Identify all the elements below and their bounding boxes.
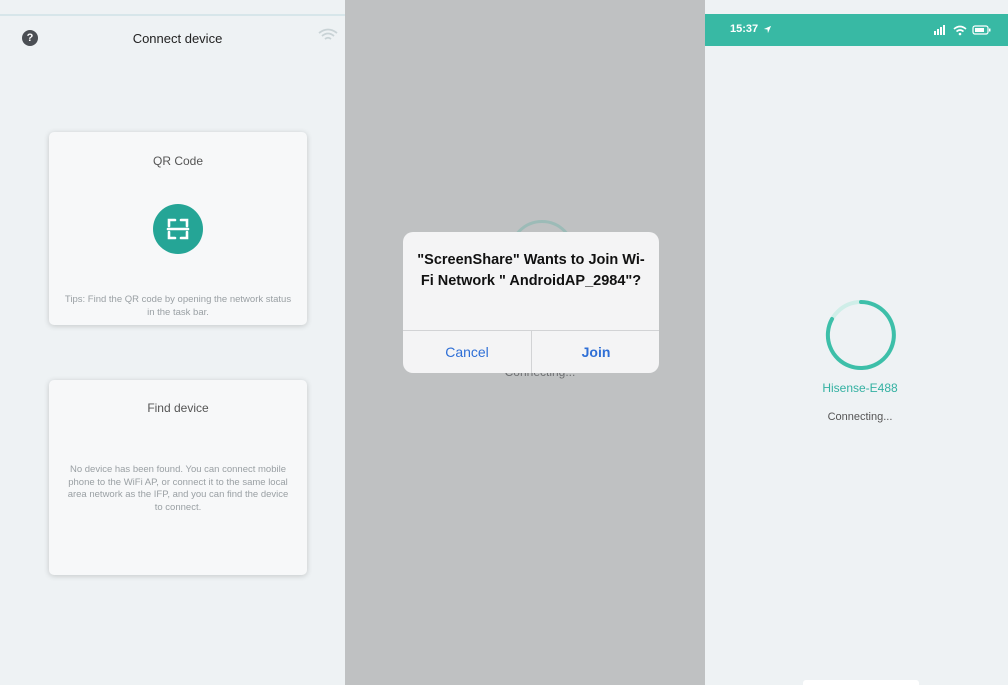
location-arrow-icon xyxy=(763,25,772,34)
qr-code-title: QR Code xyxy=(152,154,204,168)
wifi-icon xyxy=(318,28,338,40)
status-bar: 15:37 xyxy=(705,14,1008,46)
status-icons xyxy=(934,25,991,36)
wifi-join-dialog: "ScreenShare" Wants to Join Wi-Fi Networ… xyxy=(403,232,659,373)
qr-code-card[interactable]: QR Code Tips: Find the QR code by openin… xyxy=(49,132,307,325)
connect-device-screen: ? Connect device QR Code Tips: Find the … xyxy=(0,0,345,685)
qr-scan-button[interactable] xyxy=(153,204,203,254)
find-device-title: Find device xyxy=(147,401,209,415)
join-button[interactable]: Join xyxy=(532,331,659,373)
signal-icon xyxy=(934,25,945,35)
qr-scan-icon xyxy=(166,218,190,240)
cancel-button[interactable]: Cancel xyxy=(403,331,531,373)
find-device-card[interactable]: Find device No device has been found. Yo… xyxy=(49,380,307,575)
status-time: 15:37 xyxy=(730,23,759,35)
wifi-join-screen: Connecting... "ScreenShare" Wants to Joi… xyxy=(345,0,705,685)
find-device-description: No device has been found. You can connec… xyxy=(67,464,289,513)
top-divider xyxy=(0,14,345,16)
wifi-status-icon xyxy=(953,25,967,36)
connecting-status: Connecting... xyxy=(827,411,893,423)
battery-icon xyxy=(972,25,991,35)
device-name: Hisense-E488 xyxy=(822,381,898,395)
dialog-message: "ScreenShare" Wants to Join Wi-Fi Networ… xyxy=(417,252,645,289)
loading-spinner-icon xyxy=(825,300,896,370)
qr-code-tip: Tips: Find the QR code by opening the ne… xyxy=(64,294,292,318)
bottom-tab-hint xyxy=(803,680,919,685)
page-title: Connect device xyxy=(132,31,223,46)
connecting-screen: 15:37 Hisense-E488 Connecting... xyxy=(705,0,1008,685)
